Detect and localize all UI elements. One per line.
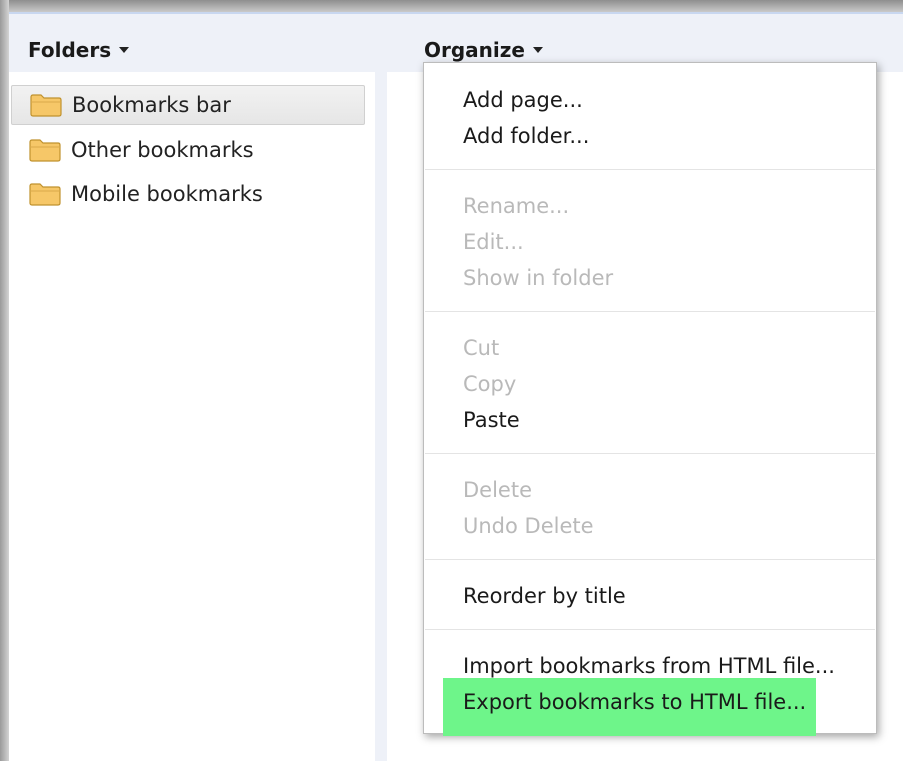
window-frame-left (0, 0, 9, 761)
menu-item-copy[interactable]: Copy (463, 369, 516, 399)
menu-item-show-in-folder[interactable]: Show in folder (463, 263, 613, 293)
menu-item-edit[interactable]: Edit... (463, 227, 524, 257)
folders-menu-button[interactable]: Folders (28, 38, 130, 62)
menu-item-add-folder[interactable]: Add folder... (463, 121, 589, 151)
window-frame-top (0, 0, 903, 12)
organize-menu-label: Organize (424, 38, 525, 62)
caret-down-icon (119, 46, 130, 53)
folder-icon (30, 94, 62, 117)
menu-separator (425, 169, 875, 170)
folder-item-other-bookmarks[interactable]: Other bookmarks (11, 130, 365, 170)
organize-dropdown-menu: Add page... Add folder... Rename... Edit… (423, 62, 877, 736)
folder-icon (29, 139, 61, 162)
menu-item-export-bookmarks[interactable]: Export bookmarks to HTML file... (463, 687, 806, 717)
menu-item-import-bookmarks[interactable]: Import bookmarks from HTML file... (463, 651, 835, 681)
folder-item-mobile-bookmarks[interactable]: Mobile bookmarks (11, 174, 365, 214)
pane-divider[interactable] (375, 72, 387, 761)
menu-item-reorder-by-title[interactable]: Reorder by title (463, 581, 626, 611)
menu-item-rename[interactable]: Rename... (463, 191, 569, 221)
menu-separator (425, 629, 875, 630)
menu-item-cut[interactable]: Cut (463, 333, 499, 363)
folder-item-label: Mobile bookmarks (71, 182, 263, 206)
folder-item-bookmarks-bar[interactable]: Bookmarks bar (11, 85, 365, 125)
menu-item-paste[interactable]: Paste (463, 405, 520, 435)
folder-item-label: Bookmarks bar (72, 93, 231, 117)
folders-menu-label: Folders (28, 38, 112, 62)
menu-separator (425, 311, 875, 312)
menu-separator (425, 559, 875, 560)
folder-tree: Bookmarks bar Other bookmarks Mobile boo… (9, 72, 375, 761)
organize-menu-button[interactable]: Organize (424, 38, 543, 62)
menu-item-undo-delete[interactable]: Undo Delete (463, 511, 594, 541)
menu-item-add-page[interactable]: Add page... (463, 85, 583, 115)
caret-down-icon (532, 46, 543, 53)
folder-item-label: Other bookmarks (71, 138, 254, 162)
menu-item-delete[interactable]: Delete (463, 475, 532, 505)
folder-icon (29, 183, 61, 206)
menu-separator (425, 453, 875, 454)
